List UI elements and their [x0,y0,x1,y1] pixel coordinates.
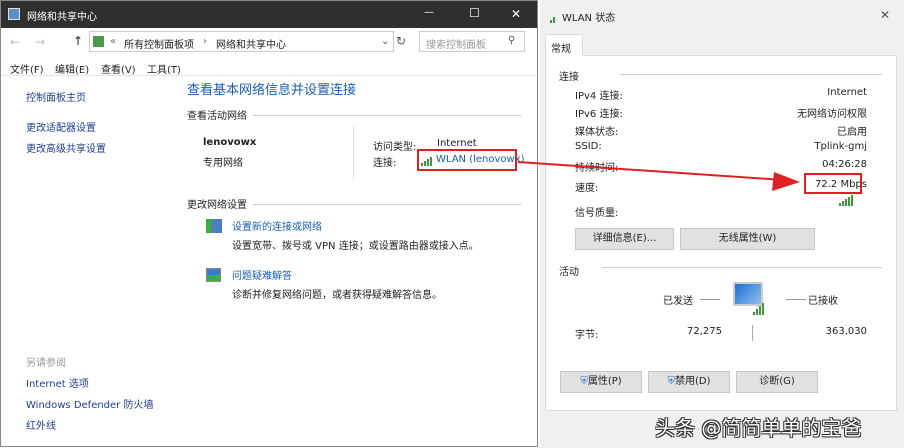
watermark: 头条 @简简单单的宝爸 [655,416,862,440]
tab-general[interactable]: 常规 [545,34,583,56]
red-arrow [517,161,800,191]
tab-label: 常规 [551,44,571,55]
